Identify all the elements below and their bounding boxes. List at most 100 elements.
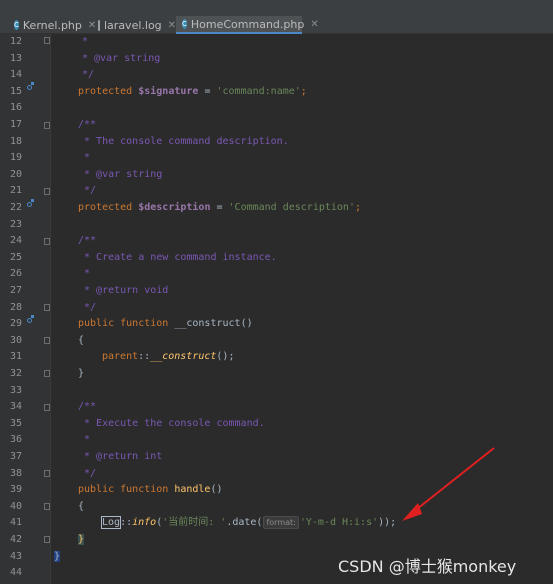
line-number: 17: [9, 119, 22, 130]
line-number: 23: [9, 218, 22, 230]
tab-laravel-log[interactable]: laravel.log ✕: [92, 16, 176, 34]
doc-comment: *: [78, 152, 91, 164]
tab-label: Kernel.php: [22, 18, 82, 32]
line-number: 16: [9, 102, 22, 114]
code-line: public function __construct(): [78, 316, 253, 333]
brace: }: [78, 368, 85, 379]
operator: ::: [120, 517, 133, 529]
fold-icon[interactable]: [44, 404, 50, 411]
implements-marker-icon[interactable]: [27, 82, 34, 90]
line-number: 44: [9, 567, 22, 579]
line-number: 36: [9, 434, 22, 446]
code-line: }: [78, 532, 85, 549]
implements-marker-icon[interactable]: [27, 199, 34, 207]
php-file-icon: C: [14, 20, 19, 30]
code-line: Log::info('当前时间: '.date(format: 'Y-m-d H:…: [100, 515, 397, 532]
line-number: 29: [9, 318, 22, 330]
code-line: /**: [78, 399, 96, 416]
keyword: public function: [78, 484, 175, 496]
code-editor[interactable]: * * @var string */ protected $signature …: [52, 34, 553, 584]
line-number: 28: [9, 301, 22, 313]
code-line: {: [78, 333, 84, 350]
line-number: 30: [9, 334, 22, 346]
doc-type: int: [138, 451, 163, 462]
doc-comment: */: [78, 301, 97, 313]
parens: ();: [216, 351, 235, 363]
code-line: */: [78, 466, 96, 483]
parens: (): [240, 318, 253, 330]
string-literal: 'command:name': [216, 85, 301, 97]
line-number: 15: [9, 85, 22, 97]
code-line: * @return void: [78, 283, 168, 300]
doc-comment: * Create a new command instance.: [78, 251, 277, 263]
code-line: */: [78, 300, 96, 317]
line-number: 42: [9, 534, 22, 545]
parens: ));: [378, 517, 397, 529]
fold-icon[interactable]: [44, 188, 50, 195]
property-name: $signature: [138, 85, 199, 97]
line-number: 40: [9, 500, 22, 512]
tab-kernel-php[interactable]: C Kernel.php ✕: [8, 16, 96, 34]
doc-comment: *: [82, 36, 89, 47]
line-number: 38: [9, 467, 22, 479]
fold-icon[interactable]: [44, 37, 50, 44]
code-line: protected $description = 'Command descri…: [78, 200, 361, 217]
doc-comment: * The console command description.: [78, 135, 289, 147]
override-marker-icon[interactable]: [27, 315, 34, 323]
line-number: 27: [9, 285, 22, 296]
close-icon[interactable]: ✕: [168, 20, 176, 31]
fold-icon[interactable]: [44, 536, 50, 543]
line-number: 12: [9, 36, 22, 47]
keyword: public function: [78, 318, 175, 330]
code-line: * Execute the console command.: [78, 416, 265, 433]
fold-icon[interactable]: [44, 470, 50, 477]
code-line: *: [78, 266, 90, 283]
code-line: *: [82, 34, 88, 51]
doc-type: string: [118, 52, 161, 64]
code-line: * @var string: [82, 51, 160, 68]
doc-tag: * @return: [78, 285, 139, 296]
line-number: 14: [9, 69, 22, 81]
fold-icon[interactable]: [44, 337, 50, 344]
line-number: 26: [9, 268, 22, 280]
line-number: 35: [9, 417, 22, 429]
doc-comment: */: [82, 69, 95, 81]
line-number: 34: [9, 401, 22, 413]
fold-icon[interactable]: [44, 238, 50, 245]
fold-icon[interactable]: [44, 304, 50, 311]
fold-icon[interactable]: [44, 122, 50, 129]
editor-tab-bar: C Kernel.php ✕ laravel.log ✕ C HomeComma…: [0, 0, 553, 34]
doc-comment: /**: [78, 401, 97, 413]
doc-type: string: [120, 168, 163, 180]
code-line: */: [78, 183, 96, 200]
code-line: }: [78, 366, 84, 383]
code-line: {: [78, 499, 84, 516]
fold-icon[interactable]: [44, 503, 50, 510]
close-icon[interactable]: ✕: [310, 19, 318, 30]
keyword: protected: [78, 85, 139, 97]
fold-icon[interactable]: [44, 370, 50, 377]
line-number: 33: [9, 384, 22, 396]
code-line: */: [82, 67, 94, 84]
brace: }: [54, 550, 61, 562]
doc-comment: *: [78, 268, 91, 280]
line-number: 20: [9, 168, 22, 180]
tab-label: HomeCommand.php: [190, 17, 305, 31]
function-name: __construct: [174, 318, 241, 330]
tab-homecommand-php[interactable]: C HomeCommand.php ✕: [176, 16, 319, 34]
line-number: 32: [9, 368, 22, 379]
string-literal: 'Command description': [228, 202, 355, 213]
line-number: 21: [9, 185, 22, 197]
tab-label: laravel.log: [104, 18, 162, 32]
keyword: parent: [102, 351, 139, 363]
php-file-icon: C: [182, 19, 187, 29]
line-number: 18: [9, 135, 22, 147]
code-line: }: [54, 549, 61, 566]
code-line: *: [78, 150, 90, 167]
method-call: __construct: [150, 351, 217, 363]
class-name: Log: [100, 516, 122, 530]
code-line: * The console command description.: [78, 134, 289, 151]
date-call: .date(: [226, 517, 263, 529]
operator: =: [210, 202, 229, 213]
operator: ::: [138, 351, 151, 363]
